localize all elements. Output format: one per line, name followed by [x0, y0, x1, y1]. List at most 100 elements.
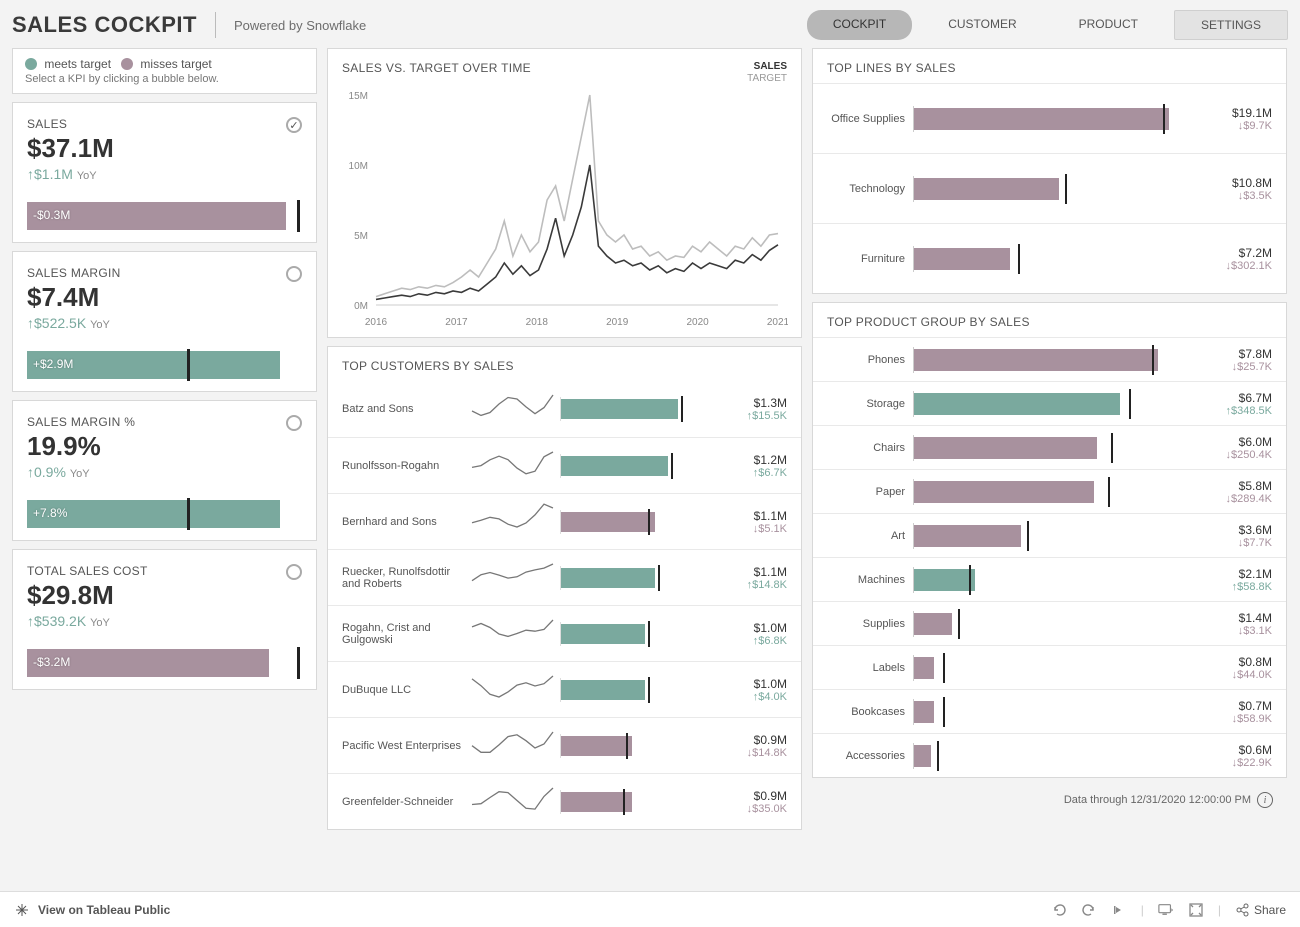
customer-delta: ↑$14.8K: [723, 579, 787, 591]
kpi-margin[interactable]: SALES MARGIN$7.4M↑$522.5K YoY+$2.9M: [12, 251, 317, 392]
sparkline: [468, 614, 560, 654]
bar-row[interactable]: Labels$0.8M↓$44.0K: [813, 645, 1286, 689]
device-icon[interactable]: [1158, 902, 1174, 918]
bar-row[interactable]: Technology$10.8M↓$3.5K: [813, 153, 1286, 223]
kpi-bar-label: +7.8%: [33, 506, 67, 520]
customer-value: $0.9M: [723, 789, 787, 803]
redo-icon[interactable]: [1081, 902, 1097, 918]
tableau-icon: [14, 902, 30, 918]
customer-row[interactable]: Rogahn, Crist and Gulgowski $1.0M↑$6.8K: [328, 605, 801, 661]
customer-value: $1.0M: [723, 677, 787, 691]
bar-row[interactable]: Supplies$1.4M↓$3.1K: [813, 601, 1286, 645]
bar-row[interactable]: Furniture$7.2M↓$302.1K: [813, 223, 1286, 293]
customer-delta: ↓$35.0K: [723, 803, 787, 815]
customer-bar: [560, 790, 723, 814]
kpi-bar: -$3.2M: [27, 649, 302, 677]
customer-row[interactable]: Greenfelder-Schneider$0.9M↓$35.0K: [328, 773, 801, 829]
bar-row[interactable]: Bookcases$0.7M↓$58.9K: [813, 689, 1286, 733]
legend-target: TARGET: [747, 73, 787, 85]
bar-label: Phones: [813, 354, 913, 366]
kpi-bar: -$0.3M: [27, 202, 302, 230]
bar-label: Supplies: [813, 618, 913, 630]
top-groups-panel: TOP PRODUCT GROUP BY SALES Phones $7.8M ↓$…: [812, 302, 1287, 778]
dot-misses-icon: [121, 58, 133, 70]
sparkline: [468, 726, 560, 766]
timeseries-chart[interactable]: 0M5M10M15M201620172018201920202021: [328, 85, 788, 335]
top-groups-title: TOP PRODUCT GROUP BY SALES: [813, 303, 1286, 337]
bar-row[interactable]: Accessories$0.6M↓$22.9K: [813, 733, 1286, 777]
customer-row[interactable]: Bernhard and Sons$1.1M↓$5.1K: [328, 493, 801, 549]
bar-row[interactable]: Paper$5.8M↓$289.4K: [813, 469, 1286, 513]
dot-meets-icon: [25, 58, 37, 70]
data-through: Data through 12/31/2020 12:00:00 PM: [1064, 794, 1251, 806]
customer-value: $1.2M: [723, 453, 787, 467]
kpi-sales[interactable]: SALES$37.1M↑$1.1M YoY-$0.3M: [12, 102, 317, 243]
kpi-radio[interactable]: [286, 415, 302, 431]
bar-delta: ↓$58.9K: [1204, 713, 1272, 725]
bar-track: [913, 391, 1204, 417]
kpi-bar-label: -$3.2M: [33, 655, 70, 669]
revert-icon[interactable]: [1111, 902, 1127, 918]
kpi-radio[interactable]: [286, 564, 302, 580]
tab-customer[interactable]: CUSTOMER: [922, 10, 1042, 40]
kpi-delta: ↑$1.1M YoY: [27, 166, 302, 182]
info-icon[interactable]: i: [1257, 792, 1273, 808]
customer-row[interactable]: DuBuque LLC$1.0M↑$4.0K: [328, 661, 801, 717]
customer-delta: ↓$14.8K: [723, 747, 787, 759]
bar-row[interactable]: Phones$7.8M↓$25.7K: [813, 337, 1286, 381]
bar-value: $7.8M: [1204, 347, 1272, 361]
customer-value: $1.0M: [723, 621, 787, 635]
kpi-cost[interactable]: TOTAL SALES COST$29.8M↑$539.2K YoY-$3.2M: [12, 549, 317, 690]
svg-text:5M: 5M: [354, 231, 368, 242]
bar-row[interactable]: Office Supplies$19.1M↓$9.7K: [813, 83, 1286, 153]
page-subtitle: Powered by Snowflake: [234, 18, 366, 33]
svg-text:0M: 0M: [354, 301, 368, 312]
bar-label: Bookcases: [813, 706, 913, 718]
bar-row[interactable]: Storage$6.7M↑$348.5K: [813, 381, 1286, 425]
legend-misses: misses target: [140, 57, 211, 71]
kpi-bar-label: -$0.3M: [33, 208, 70, 222]
kpi-delta: ↑$539.2K YoY: [27, 613, 302, 629]
kpi-radio[interactable]: [286, 266, 302, 282]
kpi-radio[interactable]: [286, 117, 302, 133]
kpi-value: $7.4M: [27, 282, 302, 313]
page-title: SALES COCKPIT: [12, 12, 197, 38]
kpi-bar: +7.8%: [27, 500, 302, 528]
bar-row[interactable]: Art$3.6M↓$7.7K: [813, 513, 1286, 557]
bar-track: [913, 655, 1204, 681]
customer-bar: [560, 510, 723, 534]
bar-label: Labels: [813, 662, 913, 674]
kpi-value: $37.1M: [27, 133, 302, 164]
bar-row[interactable]: Chairs$6.0M↓$250.4K: [813, 425, 1286, 469]
kpi-margin_pct[interactable]: SALES MARGIN %19.9%↑0.9% YoY+7.8%: [12, 400, 317, 541]
fullscreen-icon[interactable]: [1188, 902, 1204, 918]
customer-name: Rogahn, Crist and Gulgowski: [328, 622, 468, 646]
kpi-bar-label: +$2.9M: [33, 357, 73, 371]
bar-value: $10.8M: [1204, 176, 1272, 190]
customer-name: DuBuque LLC: [328, 684, 468, 696]
bar-track: [913, 246, 1204, 272]
customer-row[interactable]: Pacific West Enterprises$0.9M↓$14.8K: [328, 717, 801, 773]
customer-row[interactable]: Batz and Sons$1.3M↑$15.5K: [328, 381, 801, 437]
share-button[interactable]: Share: [1235, 903, 1286, 917]
customer-name: Batz and Sons: [328, 403, 468, 415]
view-on-tableau-button[interactable]: View on Tableau Public: [14, 902, 170, 918]
svg-text:2018: 2018: [526, 317, 549, 328]
tab-settings[interactable]: SETTINGS: [1174, 10, 1288, 40]
bar-row[interactable]: Machines$2.1M↑$58.8K: [813, 557, 1286, 601]
svg-text:15M: 15M: [349, 91, 368, 102]
sparkline: [468, 670, 560, 710]
tab-product[interactable]: PRODUCT: [1053, 10, 1164, 40]
undo-icon[interactable]: [1051, 902, 1067, 918]
customer-bar: [560, 454, 723, 478]
customer-row[interactable]: Runolfsson-Rogahn$1.2M↑$6.7K: [328, 437, 801, 493]
bar-value: $0.6M: [1204, 743, 1272, 757]
bar-value: $1.4M: [1204, 611, 1272, 625]
bar-delta: ↓$44.0K: [1204, 669, 1272, 681]
sparkline: [468, 558, 560, 598]
tab-cockpit[interactable]: COCKPIT: [807, 10, 912, 40]
customer-row[interactable]: Ruecker, Runolfsdottir and Roberts$1.1M↑…: [328, 549, 801, 605]
customer-delta: ↑$6.8K: [723, 635, 787, 647]
bar-value: $3.6M: [1204, 523, 1272, 537]
kpi-value: $29.8M: [27, 580, 302, 611]
